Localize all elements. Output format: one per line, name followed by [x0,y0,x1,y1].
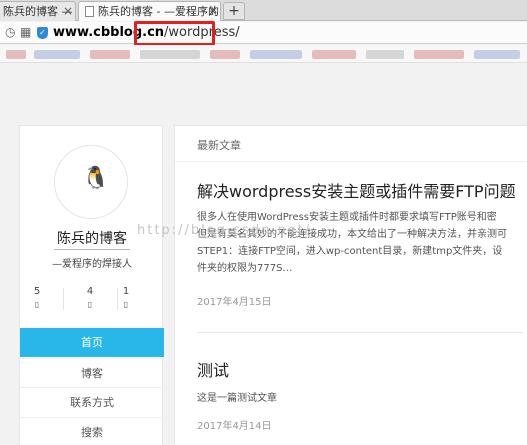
article-list: 最新文章 解决wordpress安装主题或插件需要FTP问题 很多人在使用Wor… [174,125,527,445]
stat-value: 5 [33,286,41,297]
excerpt-line: STEP1：连接FTP空间，进入wp-content目录，新建tmp文件夹，设 [197,246,503,257]
site-slogan: —爱程序的焊接人 [52,259,132,270]
bookmark-item[interactable] [414,50,464,59]
grid-icon[interactable]: ▦ [20,25,31,39]
bookmark-item[interactable] [140,50,200,59]
stat-label: ▯ [123,300,129,309]
stat-tags[interactable]: 1 ▯ [108,286,144,309]
section-title: 最新文章 [197,139,241,152]
post-excerpt: 这是一篇测试文章 [197,390,527,407]
stat-categories[interactable]: 4 ▯ [72,286,108,309]
post-excerpt: 很多人在使用WordPress安装主题或插件时都要求填写FTP账号和密 但是有莫… [197,209,527,277]
bookmark-item[interactable] [210,50,240,59]
menu-item-home[interactable]: 首页 [20,328,164,357]
stat-label: ▯ [34,300,40,309]
post-date: 2017年4月15日 [197,297,272,308]
stat-value: 1 [122,286,130,297]
close-icon[interactable]: × [208,2,218,20]
bookmark-item[interactable] [90,50,130,59]
history-icon[interactable]: ◷ [5,25,15,39]
close-icon[interactable]: × [63,2,73,20]
bookmark-item[interactable] [34,50,80,59]
tab-blog-2[interactable]: 陈兵的博客 - —爱程序的 × [78,1,221,21]
new-tab-button[interactable]: + [223,2,245,20]
watermark-text: http://blog.csdn.net/ [137,223,312,238]
post-date: 2017年4月14日 [197,421,272,432]
divider [63,288,64,310]
tab-blog-1[interactable]: 陈兵的博客 — × [0,1,76,21]
tab-bar: 陈兵的博客 — × 陈兵的博客 - —爱程序的 × + [0,0,527,21]
url-highlight-box [134,21,215,46]
tab-title: 陈兵的博客 - —爱程序的 [98,5,219,18]
bookmark-item[interactable] [6,50,26,59]
avatar[interactable]: 🐧 [54,145,128,219]
bookmark-item[interactable] [366,50,404,59]
address-bar: ◷ ▦ ✓ www.cbblog.cn/wordpress/ [0,22,527,44]
excerpt-line: 件夹的权限为777S… [197,263,293,274]
article-list-header: 最新文章 [175,126,527,162]
stat-posts[interactable]: 5 ▯ [19,286,55,309]
page-icon [85,6,94,17]
post-title-link[interactable]: 解决wordpress安装主题或插件需要FTP问题 [197,178,516,202]
penguin-icon: 🐧 [82,166,110,191]
divider [54,249,130,250]
menu-item-blog[interactable]: 博客 [20,358,164,387]
divider [197,332,523,333]
profile-card: 🐧 陈兵的博客 —爱程序的焊接人 5 ▯ 4 ▯ 1 ▯ 首页 博客 联系方式 … [19,125,164,445]
bookmark-item[interactable] [474,50,520,59]
stat-label: ▯ [87,300,93,309]
stat-value: 4 [86,286,94,297]
menu-item-contact[interactable]: 联系方式 [20,387,164,416]
bookmarks-bar [0,45,527,63]
post-title-link[interactable]: 测试 [197,357,229,381]
bookmark-item[interactable] [250,50,302,59]
menu-item-search[interactable]: 搜索 [20,417,164,445]
excerpt-line: 这是一篇测试文章 [197,393,277,404]
shield-icon: ✓ [37,27,48,39]
bookmark-item[interactable] [312,50,356,59]
